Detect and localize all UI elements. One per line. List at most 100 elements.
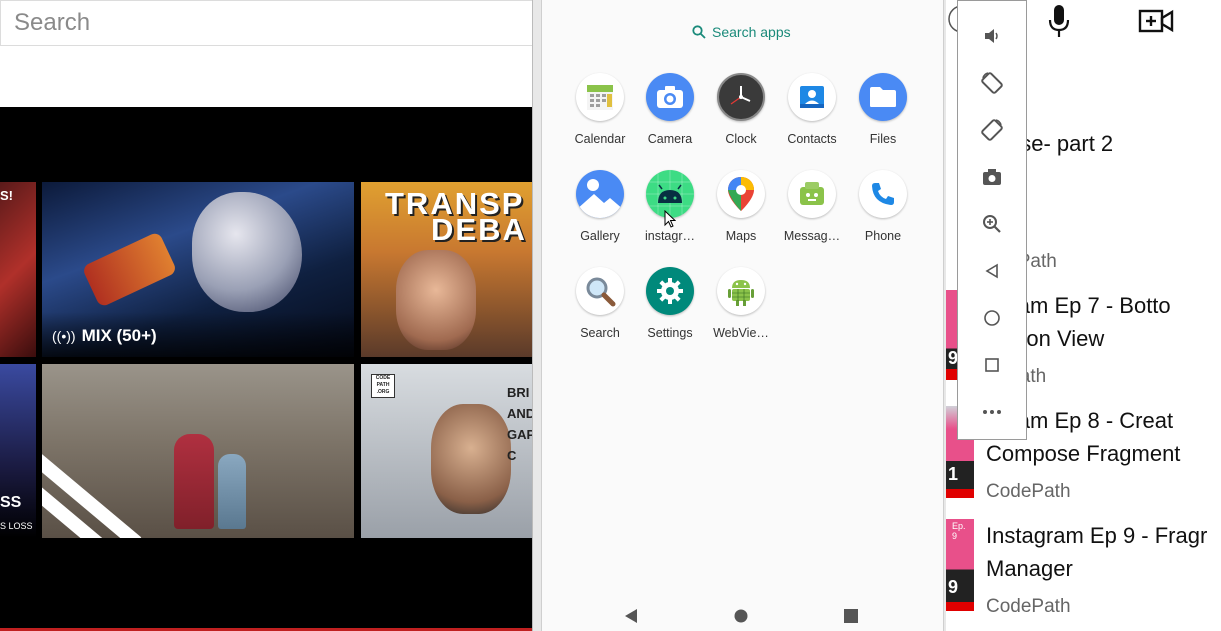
thumbnail-text: S! [0,188,13,203]
thumbnail-number: 9 [948,577,959,597]
app-contacts[interactable]: Contacts [776,73,848,146]
thumbnail-stripe [42,453,142,538]
thumbnail-subtext: S LOSS [0,521,33,531]
thumbnail-art [192,192,302,312]
video-title[interactable]: Instagram Ep 9 - Fragr Manager [986,519,1207,585]
app-label: Maps [725,229,757,243]
back-button[interactable] [958,251,1026,291]
calendar-icon [576,73,624,121]
recents-icon[interactable] [844,609,858,623]
screenshot-button[interactable] [958,157,1026,197]
channel-name: CodePath [986,481,1071,502]
mix-label: ((•)) MIX (50+) [52,326,157,346]
webview-android-icon [717,267,765,315]
overview-button[interactable] [958,345,1026,385]
app-label: Camera [647,132,693,146]
home-button[interactable] [958,298,1026,338]
gallery-icon [576,170,624,218]
radio-broadcast-icon: ((•)) [52,328,76,344]
app-search[interactable]: Search [564,267,636,340]
app-settings[interactable]: Settings [634,267,706,340]
video-title-line: Compose Fragment [986,441,1181,466]
codepath-logo-icon: CODE PATH .ORG [371,374,395,398]
app-camera[interactable]: Camera [634,73,706,146]
channel-name: CodePath [986,596,1071,617]
magnifier-icon [576,267,624,315]
thumbnail-number: 1 [948,464,959,484]
home-circle-icon [984,310,1000,326]
app-label: Gallery [580,229,620,243]
contacts-icon [788,73,836,121]
messages-icon [788,170,836,218]
mix-thumbnail[interactable]: ((•)) MIX (50+) [42,182,354,357]
video-thumbnail[interactable]: S! [0,182,36,357]
zoom-button[interactable] [958,204,1026,244]
app-label: Messag… [783,229,841,243]
app-webview[interactable]: WebVie… [705,267,777,340]
rotate-left-button[interactable] [958,63,1026,103]
thumbnail-art [396,250,476,350]
emulator-toolbar [957,0,1027,440]
app-phone[interactable]: Phone [847,170,919,243]
thumbnail-text: BRI AND GAPS C [507,382,533,466]
maps-pin-icon [717,170,765,218]
thumbnail-episode: Ep. 9 [952,521,966,541]
search-input[interactable]: Search [0,0,532,46]
app-instagram[interactable]: instagr… [634,170,706,243]
app-label: WebVie… [713,326,769,340]
thumbnail-art [431,404,511,514]
app-clock[interactable]: Clock [705,73,777,146]
thumbnail-art [174,434,214,529]
thumbnail-art [218,454,246,529]
search-apps-label: Search apps [712,24,791,40]
folder-icon [859,73,907,121]
overview-square-icon [985,358,999,372]
app-maps[interactable]: Maps [705,170,777,243]
video-thumbnail[interactable] [42,364,354,538]
thumbnail-text-line: AND [507,406,533,421]
more-button[interactable] [958,392,1026,432]
app-label: Settings [647,326,693,340]
video-thumbnail[interactable]: TRANSP DEBA [361,182,533,357]
thumbnail-text: SS [0,494,22,511]
thumbnail-text-line: C [507,448,517,463]
add-video-icon[interactable] [1138,8,1174,34]
settings-gear-icon [646,267,694,315]
thumbnail-subtitle: DEBA [431,212,527,247]
mix-label-text: MIX (50+) [81,326,157,345]
rotate-left-icon [981,72,1003,94]
volume-icon [985,29,998,43]
zoom-icon [983,215,1001,233]
app-files[interactable]: Files [847,73,919,146]
volume-button[interactable] [958,16,1026,56]
video-thumbnail[interactable]: SS S LOSS [0,364,36,538]
rotate-right-icon [981,119,1003,141]
video-thumbnail[interactable]: CODE PATH .ORG BRI AND GAPS C [361,364,533,538]
thumbnail-text-line: BRI [507,385,530,400]
rotate-right-button[interactable] [958,110,1026,150]
back-triangle-icon [985,263,998,279]
search-placeholder: Search [14,9,91,36]
thumbnail-text-line: GAPS [507,427,533,442]
video-thumbnail[interactable]: Ep. 9 9 [946,519,974,611]
app-label: Calendar [574,132,626,146]
more-dots-icon [983,410,1001,414]
app-label: Search [580,326,620,340]
back-icon[interactable] [624,608,638,624]
app-calendar[interactable]: Calendar [564,73,636,146]
app-gallery[interactable]: Gallery [564,170,636,243]
mouse-cursor-icon [664,210,676,228]
app-messages[interactable]: Messag… [776,170,848,243]
app-label: Files [869,132,897,146]
microphone-icon[interactable] [1046,4,1072,38]
app-label: instagr… [644,229,696,243]
home-icon[interactable] [734,609,748,623]
search-icon [692,25,706,39]
app-label: Contacts [787,132,837,146]
phone-icon [859,170,907,218]
search-apps-button[interactable]: Search apps [692,24,791,40]
video-title-line: Instagram Ep 9 - Fragr [986,523,1208,548]
thumbnail-art [81,231,178,308]
video-title-line: Manager [986,556,1073,581]
app-label: Clock [725,132,757,146]
